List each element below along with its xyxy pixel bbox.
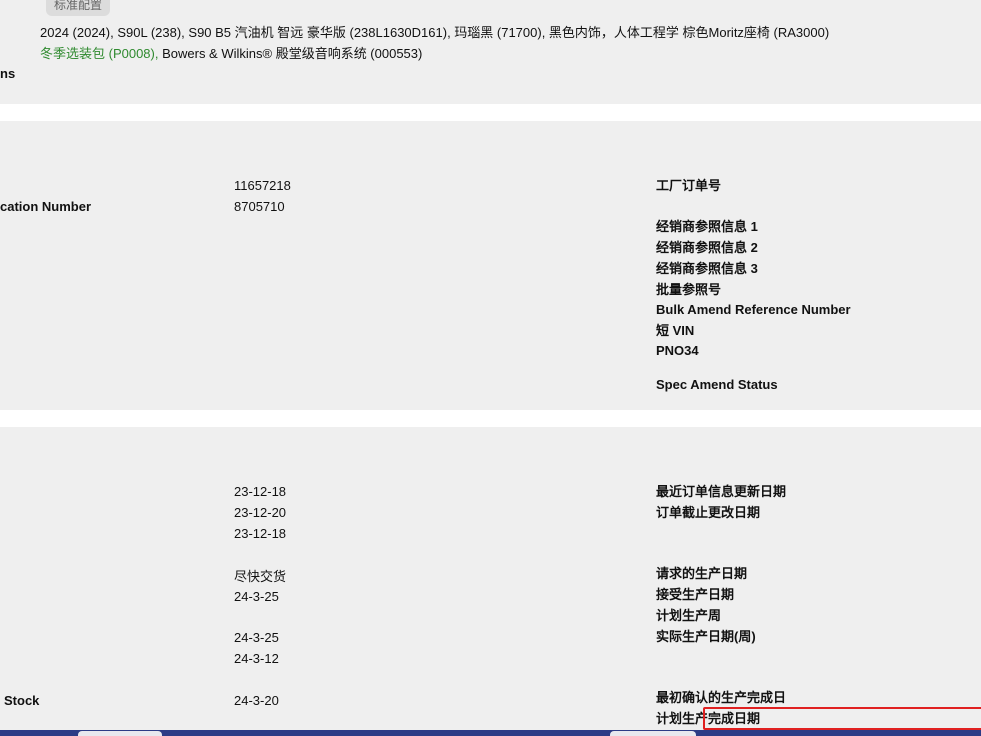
pno34-label: PNO34 — [656, 343, 699, 358]
last-order-update-date-label: 最近订单信息更新日期 — [656, 484, 787, 499]
spec-panel: 标准配置 2024 (2024), S90L (238), S90 B5 汽油机… — [0, 0, 981, 104]
dealer-reference-1-label: 经销商参照信息 1 — [656, 219, 758, 234]
actual-production-week-label: 实际生产日期(周) — [656, 629, 756, 644]
order-cutoff-change-date-label: 订单截止更改日期 — [656, 505, 761, 520]
identification-number-value: 8705710 — [234, 199, 285, 214]
delivery-asap-value: 尽快交货 — [234, 569, 287, 584]
winter-package-text: 冬季选装包 (P0008), — [40, 46, 159, 61]
requested-production-date-label: 请求的生产日期 — [656, 566, 748, 581]
short-vin-label: 短 VIN — [656, 323, 695, 338]
identification-number-label: cation Number — [0, 199, 92, 214]
batch-reference-label: 批量参照号 — [656, 282, 722, 297]
date-value-7: 24-3-12 — [234, 651, 279, 666]
date-value-5: 24-3-25 — [234, 589, 279, 604]
factory-order-number-label: 工厂订单号 — [656, 178, 722, 193]
accepted-production-date-label: 接受生产日期 — [656, 587, 735, 602]
spec-line-1: 2024 (2024), S90L (238), S90 B5 汽油机 智远 豪… — [40, 25, 830, 40]
red-highlight-annotation — [703, 707, 981, 730]
date-value-8: 24-3-20 — [234, 693, 279, 708]
stock-label: Stock — [4, 693, 40, 708]
dealer-reference-3-label: 经销商参照信息 3 — [656, 261, 758, 276]
audio-system-text: Bowers & Wilkins® 殿堂级音响系统 (000553) — [158, 46, 423, 61]
spec-line-2: 冬季选装包 (P0008), Bowers & Wilkins® 殿堂级音响系统… — [40, 46, 422, 62]
options-section-label: ns — [0, 66, 16, 81]
taskbar-tab-2[interactable] — [610, 731, 696, 736]
planned-production-week-label: 计划生产周 — [656, 608, 722, 623]
spec-amend-status-label: Spec Amend Status — [656, 377, 778, 392]
order-number-value: 11657218 — [234, 178, 291, 193]
dealer-reference-2-label: 经销商参照信息 2 — [656, 240, 758, 255]
order-ids-panel: cation Number 11657218 8705710 工厂订单号 经销商… — [0, 121, 981, 410]
order-dates-panel: 23-12-18 23-12-20 23-12-18 尽快交货 24-3-25 … — [0, 427, 981, 736]
date-value-2: 23-12-20 — [234, 505, 287, 520]
bulk-amend-reference-label: Bulk Amend Reference Number — [656, 302, 851, 317]
date-value-3: 23-12-18 — [234, 526, 287, 541]
standard-config-tag: 标准配置 — [46, 0, 111, 16]
date-value-1: 23-12-18 — [234, 484, 287, 499]
date-value-6: 24-3-25 — [234, 630, 279, 645]
taskbar-tab-1[interactable] — [78, 731, 162, 736]
initial-confirmed-completion-label: 最初确认的生产完成日 — [656, 690, 787, 705]
